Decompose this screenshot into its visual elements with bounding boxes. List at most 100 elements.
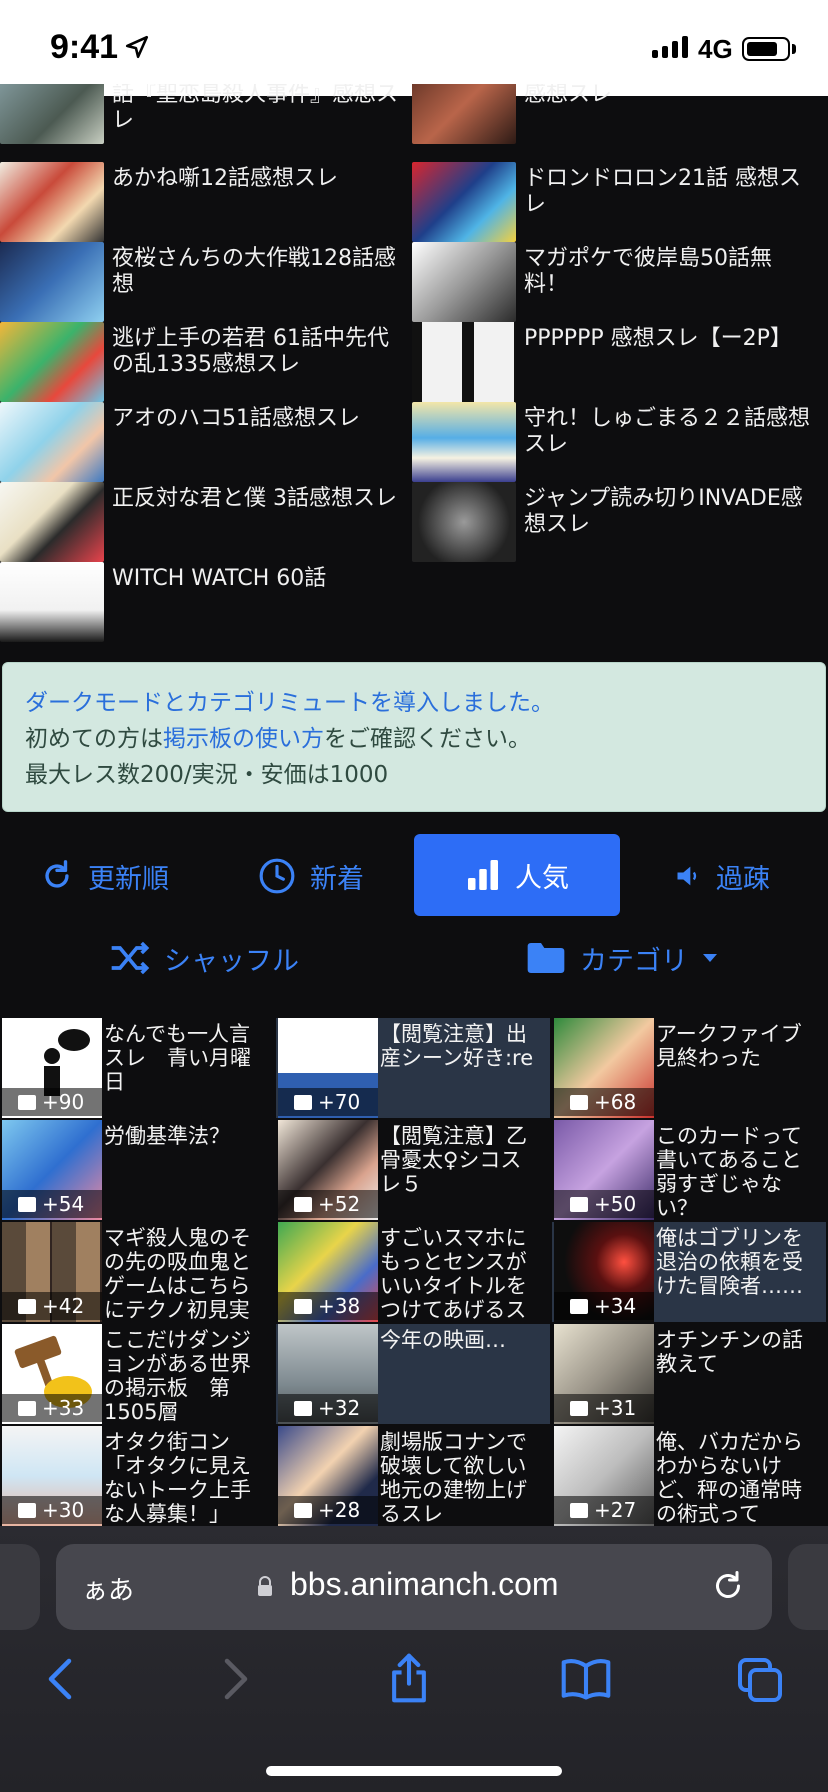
grid-thread-item[interactable]: +90 なんでも一人言スレ 青い月曜日	[0, 1018, 274, 1118]
thread-title: 俺はゴブリンを退治の依頼を受けた冒険者……	[656, 1226, 803, 1298]
tab-old-label: 過疎	[716, 863, 770, 895]
reply-count: +34	[594, 1294, 637, 1318]
bookmarks-icon[interactable]	[560, 1656, 612, 1702]
reply-count-badge: +31	[554, 1394, 654, 1422]
comment-icon	[294, 1298, 312, 1314]
reply-count-badge: +54	[2, 1190, 102, 1218]
reply-count-badge: +27	[554, 1496, 654, 1524]
reply-count-badge: +30	[2, 1496, 102, 1524]
list-item[interactable]: 感想スレ	[412, 84, 822, 144]
thread-title: 今年の映画…	[380, 1328, 506, 1352]
thread-title: PPPPPP 感想スレ【ー2P】	[524, 326, 792, 351]
list-item[interactable]: あかね噺12話感想スレ	[0, 162, 410, 242]
grid-thread-item[interactable]: +70 【閲覧注意】出産シーン好き:re	[276, 1018, 550, 1118]
location-arrow-icon	[125, 35, 149, 59]
comment-icon	[570, 1400, 588, 1416]
shuffle-button[interactable]: シャッフル	[110, 938, 299, 978]
grid-thread-item[interactable]: +33 ここだけダンジョンがある世界の掲示板 第1505層	[0, 1324, 274, 1424]
reply-count-badge: +32	[278, 1394, 378, 1422]
home-indicator[interactable]	[266, 1766, 562, 1776]
list-item[interactable]: アオのハコ51話感想スレ	[0, 402, 410, 482]
list-item[interactable]: 話『聖恋島殺人事件』感想スレ	[0, 84, 410, 144]
tab-updated-label: 更新順	[88, 863, 169, 895]
tab-popular[interactable]: 人気	[414, 834, 620, 916]
list-item[interactable]: マガポケで彼岸島50話無料！	[412, 242, 822, 322]
notice-limit-text: 最大レス数200/実況・安価は1000	[25, 762, 389, 788]
dark-mode-announcement-link[interactable]: ダークモードとカテゴリミュートを導入しました。	[25, 690, 554, 716]
comment-icon	[570, 1298, 588, 1314]
reply-count: +50	[594, 1192, 637, 1216]
thread-title: 【閲覧注意】出産シーン好き:re	[380, 1022, 534, 1070]
list-item[interactable]: 夜桜さんちの大作戦128話感想	[0, 242, 410, 322]
reply-count: +54	[42, 1192, 85, 1216]
list-item[interactable]: WITCH WATCH 60話	[0, 562, 410, 642]
thread-thumbnail	[412, 322, 516, 402]
tabs-icon[interactable]	[736, 1656, 784, 1704]
reply-count-badge: +52	[278, 1190, 378, 1218]
comment-icon	[18, 1196, 36, 1212]
thread-thumbnail	[0, 402, 104, 482]
notice-text: 初めての方は	[25, 726, 163, 752]
network-type: 4G	[698, 34, 733, 64]
shuffle-icon	[111, 941, 150, 975]
reload-icon[interactable]	[710, 1568, 746, 1604]
tab-old[interactable]: 過疎	[674, 856, 770, 896]
reply-count-badge: +68	[554, 1088, 654, 1116]
grid-thread-item[interactable]: +32 今年の映画…	[276, 1324, 550, 1424]
previous-tab-preview[interactable]	[0, 1544, 40, 1630]
clock-icon	[259, 858, 295, 894]
thread-title: WITCH WATCH 60話	[112, 566, 327, 591]
thread-title: アークファイブ見終わった	[656, 1022, 802, 1070]
reply-count: +52	[318, 1192, 361, 1216]
thread-thumbnail	[0, 84, 104, 144]
category-dropdown[interactable]: カテゴリ	[526, 938, 718, 978]
thread-title: 俺、バカだからわからないけど、秤の通常時の術式って	[656, 1430, 803, 1526]
thread-thumbnail	[412, 402, 516, 482]
grid-thread-item[interactable]: +50 このカードって書いてあること弱すぎじゃない？	[552, 1120, 826, 1220]
grid-thread-item[interactable]: +52 【閲覧注意】乙骨憂太♀シコスレ５	[276, 1120, 550, 1220]
list-item[interactable]: ドロンドロロン21話 感想スレ	[412, 162, 822, 242]
tab-popular-label: 人気	[515, 862, 569, 894]
list-item[interactable]: 逃げ上手の若君 61話中先代の乱1335感想スレ	[0, 322, 410, 402]
reply-count-badge: +38	[278, 1292, 378, 1320]
reply-count: +32	[318, 1396, 361, 1420]
grid-thread-item[interactable]: +34 俺はゴブリンを退治の依頼を受けた冒険者……	[552, 1222, 826, 1322]
grid-thread-item[interactable]: +28 劇場版コナンで破壊して欲しい地元の建物上げるスレ	[276, 1426, 550, 1526]
thread-thumbnail	[0, 322, 104, 402]
how-to-use-link[interactable]: 掲示板の使い方	[163, 726, 324, 752]
reply-count: +42	[42, 1294, 85, 1318]
thread-title: 話『聖恋島殺人事件』感想スレ	[112, 84, 399, 133]
thread-title: 夜桜さんちの大作戦128話感想	[112, 246, 396, 297]
thread-title: マガポケで彼岸島50話無料！	[524, 246, 772, 297]
comment-icon	[18, 1400, 36, 1416]
forward-icon[interactable]	[218, 1656, 254, 1702]
list-item[interactable]: ジャンプ読み切りINVADE感想スレ	[412, 482, 822, 562]
grid-thread-item[interactable]: +31 オチンチンの話教えて	[552, 1324, 826, 1424]
grid-thread-item[interactable]: +27 俺、バカだからわからないけど、秤の通常時の術式って	[552, 1426, 826, 1526]
tab-new[interactable]: 新着	[258, 856, 364, 896]
grid-thread-item[interactable]: +30 オタク街コン「オタクに見えないトーク上手な人募集！」	[0, 1426, 274, 1526]
back-icon[interactable]	[42, 1656, 78, 1702]
grid-thread-item[interactable]: +42 マギ殺人鬼のその先の吸血鬼とゲームはこちらにテクノ初見実	[0, 1222, 274, 1322]
next-tab-preview[interactable]	[788, 1544, 828, 1630]
grid-thread-item[interactable]: +38 すごいスマホにもっとセンスがいいタイトルをつけてあげるス	[276, 1222, 550, 1322]
list-item[interactable]: 守れ！しゅごまる２２話感想スレ	[412, 402, 822, 482]
thread-thumbnail	[412, 482, 516, 562]
share-icon[interactable]	[386, 1652, 432, 1704]
thread-title: ここだけダンジョンがある世界の掲示板 第1505層	[104, 1328, 251, 1424]
tab-updated[interactable]: 更新順	[40, 856, 169, 896]
grid-thread-item[interactable]: +68 アークファイブ見終わった	[552, 1018, 826, 1118]
list-item[interactable]: PPPPPP 感想スレ【ー2P】	[412, 322, 822, 402]
list-item[interactable]: 正反対な君と僕 3話感想スレ	[0, 482, 410, 562]
comment-icon	[570, 1094, 588, 1110]
grid-thread-item[interactable]: +54 労働基準法？	[0, 1120, 274, 1220]
address-bar[interactable]: ぁあ bbs.animanch.com	[56, 1544, 772, 1630]
page-settings-button[interactable]: ぁあ	[82, 1570, 134, 1607]
comment-icon	[18, 1502, 36, 1518]
thread-title: 感想スレ	[524, 84, 613, 107]
thread-title: すごいスマホにもっとセンスがいいタイトルをつけてあげるス	[380, 1226, 527, 1322]
thread-title: アオのハコ51話感想スレ	[112, 406, 360, 431]
thread-thumbnail	[412, 242, 516, 322]
comment-icon	[294, 1502, 312, 1518]
thread-title: 正反対な君と僕 3話感想スレ	[112, 486, 397, 511]
